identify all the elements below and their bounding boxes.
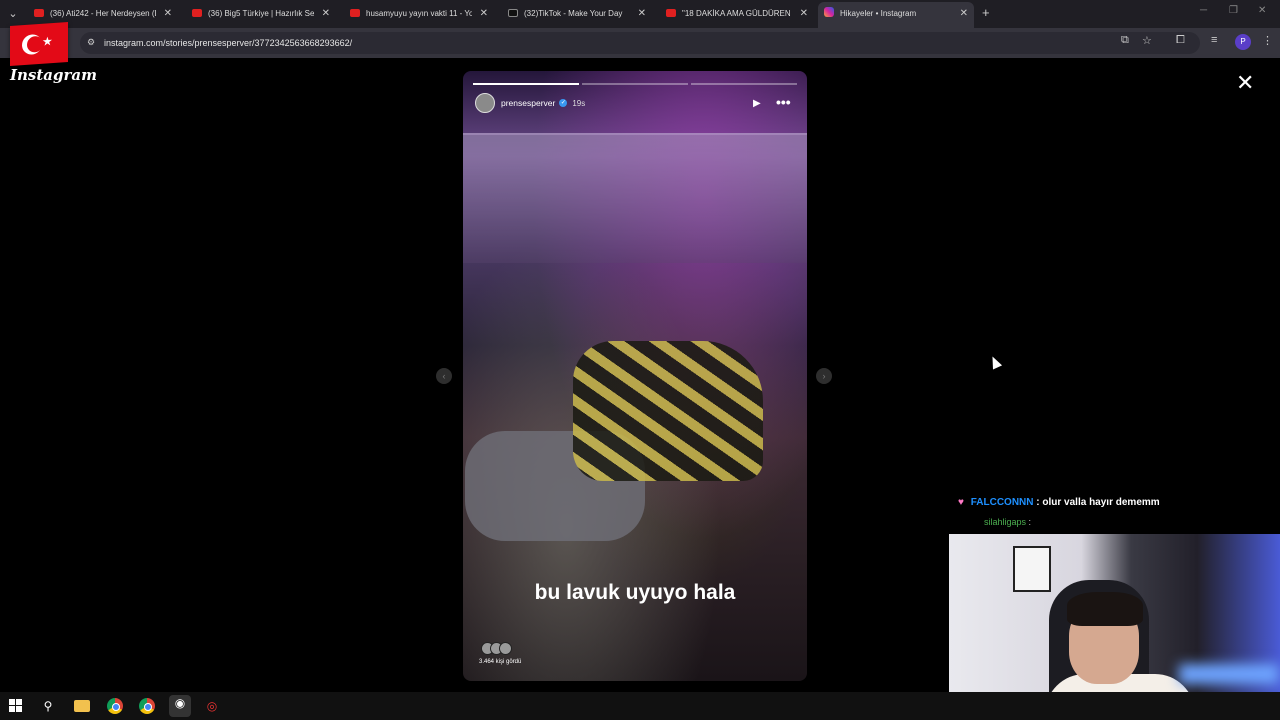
windows-icon — [9, 699, 22, 712]
obs-icon[interactable]: ◎ — [204, 698, 220, 714]
chat-username: silahligaps — [984, 517, 1027, 527]
discord-icon[interactable]: ◉ — [169, 695, 191, 717]
tab-3[interactable]: husamyuyu yayın vakti 11 - You ✕ — [344, 3, 494, 25]
instagram-logo[interactable]: Instagram — [10, 66, 97, 84]
story-viewer[interactable]: prensesperver ✓ 19s ▶ ••• bu lavuk uyuyo… — [463, 71, 807, 681]
start-button[interactable] — [8, 698, 24, 714]
tab-search-icon[interactable]: ⌄ — [4, 5, 22, 23]
story-views-count[interactable]: 3.464 kişi gördü — [479, 659, 521, 665]
tab-title: "18 DAKİKA AMA GÜLDÜREN V — [682, 9, 792, 18]
close-tab-icon[interactable]: ✕ — [322, 3, 330, 25]
turkish-flag-overlay: ★ — [10, 21, 68, 67]
profile-avatar[interactable]: P — [1235, 34, 1251, 50]
close-window-icon[interactable]: ✕ — [1258, 5, 1266, 16]
progress-segment — [473, 83, 579, 85]
story-viewer-avatars[interactable] — [481, 642, 512, 655]
chat-username: FALCCONNN — [970, 497, 1034, 508]
media-control-icon[interactable]: ≡ — [1211, 34, 1217, 46]
tab-2[interactable]: (36) Big5 Türkiye | Hazırlık Sezon ✕ — [186, 3, 336, 25]
youtube-icon — [666, 9, 676, 17]
search-icon[interactable]: ⚲ — [40, 698, 56, 714]
youtube-icon — [192, 9, 202, 17]
browser-menu-icon[interactable]: ⋮ — [1262, 34, 1273, 47]
new-tab-button[interactable]: + — [982, 5, 990, 20]
windows-taskbar: ⚲ ◉ ◎ — [0, 692, 1280, 720]
chat-message: silahligaps : — [984, 517, 1031, 527]
tab-title: (36) Big5 Türkiye | Hazırlık Sezon — [208, 9, 314, 18]
progress-segment — [691, 83, 797, 85]
rgb-light — [1179, 664, 1279, 684]
site-info-icon[interactable]: ⚙ — [87, 37, 97, 47]
file-explorer-icon[interactable] — [74, 700, 90, 712]
tab-title: (32)TikTok - Make Your Day — [524, 9, 623, 18]
chat-message: ♥ FALCCONNN : olur valla hayır dememm — [958, 497, 1160, 508]
close-tab-icon[interactable]: ✕ — [480, 3, 488, 25]
instagram-icon — [824, 7, 834, 17]
story-photo-background — [463, 133, 807, 263]
story-time: 19s — [572, 98, 586, 108]
play-icon[interactable]: ▶ — [753, 98, 761, 109]
mouse-cursor-icon — [987, 354, 1003, 370]
story-username[interactable]: prensesperver — [501, 98, 555, 108]
wall-poster — [1013, 546, 1051, 592]
viewer-avatar — [499, 642, 512, 655]
next-story-button[interactable]: › — [816, 368, 832, 384]
crescent-cutout — [27, 35, 43, 53]
youtube-icon — [34, 9, 44, 17]
streamer-hair — [1067, 592, 1143, 626]
story-caption: bu lavuk uyuyo hala — [534, 581, 736, 604]
close-tab-icon[interactable]: ✕ — [800, 3, 808, 25]
install-app-icon[interactable]: ⧉ — [1121, 34, 1129, 47]
tab-title: Hikayeler • Instagram — [840, 9, 917, 18]
close-tab-icon[interactable]: ✕ — [638, 3, 646, 25]
star-icon: ★ — [42, 34, 53, 49]
browser-chrome: ⌄ (36) Ati242 - Her Nerdeysen (Lir ✕ (36… — [0, 0, 1280, 58]
tab-title: husamyuyu yayın vakti 11 - You — [366, 9, 472, 18]
chat-text: : olur valla hayır dememm — [1036, 497, 1160, 508]
extensions-icon[interactable]: ⧠ — [1176, 34, 1185, 47]
address-bar: ⚙ instagram.com/stories/prensesperver/37… — [0, 28, 1280, 58]
progress-segment — [582, 83, 688, 85]
story-progress-bar — [473, 83, 797, 85]
previous-story-button[interactable]: ‹ — [436, 368, 452, 384]
youtube-icon — [350, 9, 360, 17]
chat-text: : — [1028, 517, 1032, 527]
minimize-icon[interactable]: ─ — [1200, 5, 1207, 16]
tiktok-icon — [508, 9, 518, 17]
story-header: prensesperver ✓ 19s — [475, 93, 585, 113]
tab-6-active[interactable]: Hikayeler • Instagram ✕ — [818, 2, 974, 28]
url-text: instagram.com/stories/prensesperver/3772… — [104, 38, 353, 48]
more-options-icon[interactable]: ••• — [776, 94, 791, 110]
tab-4[interactable]: (32)TikTok - Make Your Day ✕ — [502, 3, 652, 25]
tab-strip: ⌄ (36) Ati242 - Her Nerdeysen (Lir ✕ (36… — [0, 0, 1280, 28]
tab-1[interactable]: (36) Ati242 - Her Nerdeysen (Lir ✕ — [28, 3, 178, 25]
bookmark-star-icon[interactable]: ☆ — [1142, 34, 1152, 47]
maximize-icon[interactable]: ❐ — [1229, 5, 1238, 16]
verified-badge-icon: ✓ — [559, 99, 568, 107]
story-avatar[interactable] — [475, 93, 495, 113]
chrome-icon[interactable] — [107, 698, 123, 714]
tab-5[interactable]: "18 DAKİKA AMA GÜLDÜREN V ✕ — [660, 3, 814, 25]
story-photo-person — [573, 341, 763, 481]
close-tab-icon[interactable]: ✕ — [164, 3, 172, 25]
subscriber-badge-icon: ♥ — [958, 497, 964, 508]
close-tab-icon[interactable]: ✕ — [960, 2, 968, 26]
chrome-icon[interactable] — [139, 698, 155, 714]
url-field[interactable]: ⚙ instagram.com/stories/prensesperver/37… — [80, 32, 1200, 54]
close-story-icon[interactable]: ✕ — [1236, 70, 1254, 96]
